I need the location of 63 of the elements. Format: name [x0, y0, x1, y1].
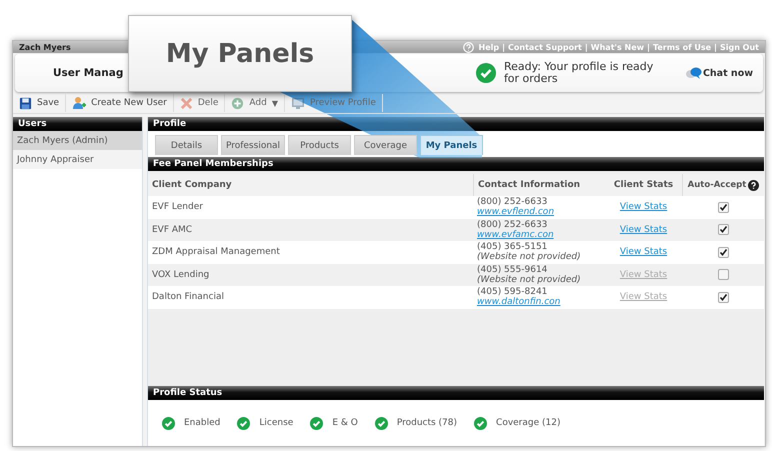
- link-separator: |: [584, 42, 588, 52]
- website-link[interactable]: www.daltonfin.con: [477, 297, 560, 308]
- link-separator: |: [647, 42, 650, 52]
- top-link[interactable]: Terms of Use: [652, 42, 712, 52]
- chat-button[interactable]: Chat now: [686, 66, 753, 80]
- section-header: Profile Status: [148, 386, 764, 400]
- user-name: Zach Myers: [19, 42, 71, 52]
- website-note: (Website not provided): [477, 274, 581, 285]
- page-title: User Manag: [53, 67, 124, 79]
- top-link[interactable]: Help: [478, 42, 500, 52]
- callout-title: My Panels: [166, 38, 314, 68]
- phone-number: (800) 252-6633: [477, 220, 548, 230]
- status-label: Enabled: [184, 418, 220, 428]
- top-link[interactable]: What's New: [590, 42, 644, 52]
- link-separator: |: [502, 42, 506, 52]
- phone-number: (800) 252-6633: [477, 197, 548, 208]
- status-label: Coverage (12): [496, 418, 560, 428]
- top-link[interactable]: Contact Support: [508, 42, 582, 52]
- status-label: E & O: [332, 418, 358, 428]
- website-link[interactable]: www.evfamc.con: [477, 230, 554, 240]
- column-header: Client Stats: [612, 180, 674, 190]
- status-label: Products (78): [396, 418, 458, 428]
- add-user-icon: [72, 96, 86, 110]
- tab[interactable]: Professional: [221, 135, 285, 155]
- column-header: Client Company: [151, 180, 233, 190]
- tab[interactable]: Details: [155, 135, 218, 155]
- website-note: (Website not provided): [477, 252, 581, 262]
- help-icon: [748, 180, 760, 190]
- checkbox[interactable]: [718, 202, 728, 213]
- section-header: Fee Panel Memberships: [148, 157, 764, 171]
- checkbox[interactable]: [718, 269, 728, 280]
- table-cell-text: EVF AMC: [151, 224, 194, 235]
- panel-header: Users: [13, 117, 142, 131]
- website-link[interactable]: www.evflend.con: [477, 207, 554, 218]
- cross-icon: [180, 96, 193, 110]
- view-stats-link[interactable]: View Stats: [620, 202, 668, 212]
- tab[interactable]: Products: [288, 135, 351, 155]
- user-list-item[interactable]: Zach Myers (Admin): [13, 131, 142, 150]
- view-stats-link[interactable]: View Stats: [620, 224, 668, 235]
- table-cell-text: ZDM Appraisal Management: [151, 247, 281, 258]
- tab[interactable]: Coverage: [354, 135, 417, 155]
- toolbar-button[interactable]: Create New User: [66, 94, 174, 112]
- checkbox[interactable]: [718, 292, 728, 303]
- status-message: Ready: Your profile is ready for orders: [504, 61, 654, 85]
- chat-bubbles-icon: [686, 66, 702, 80]
- column-header: Auto-Accept: [688, 180, 746, 190]
- checkbox[interactable]: [718, 224, 728, 236]
- checkbox[interactable]: [718, 246, 728, 258]
- status-label: License: [259, 418, 294, 428]
- check-icon: [476, 63, 496, 83]
- view-stats-link[interactable]: View Stats: [620, 247, 668, 258]
- phone-number: (405) 365-5151: [477, 242, 548, 252]
- toolbar-button[interactable]: Save: [13, 94, 66, 112]
- phone-number: (405) 595-8241: [477, 287, 548, 298]
- plus-icon: [231, 96, 244, 110]
- user-list-item[interactable]: Johnny Appraiser: [13, 150, 142, 169]
- table-cell-text: EVF Lender: [151, 202, 204, 212]
- table-cell-text: VOX Lending: [151, 270, 210, 280]
- table-cell-text: Dalton Financial: [151, 292, 225, 302]
- top-link[interactable]: Sign Out: [720, 42, 759, 52]
- phone-number: (405) 555-9614: [477, 264, 548, 275]
- link-separator: |: [714, 42, 717, 52]
- tab[interactable]: My Panels: [420, 135, 483, 155]
